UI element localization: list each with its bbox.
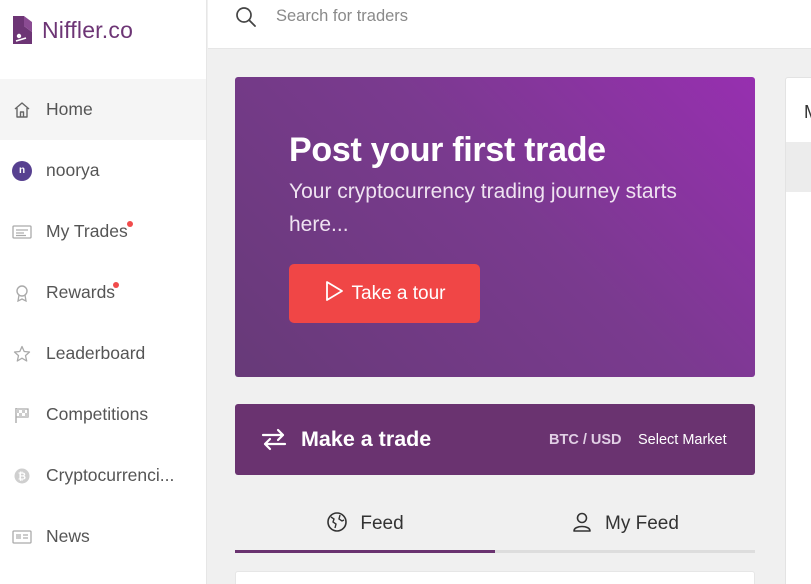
make-trade-bar[interactable]: Make a trade BTC / USD Select Market [235,404,755,475]
feed-card [235,571,755,584]
right-panel: M [785,77,811,584]
tab-label: Feed [360,513,404,534]
svg-text:₿: ₿ [18,470,26,482]
brand-name: Niffler [42,16,102,43]
brand-suffix: .co [101,16,134,43]
sidebar-item-label: Competitions [46,404,149,424]
sidebar-item-label: Home [46,99,93,119]
hero-title: Post your first trade [289,131,606,169]
newspaper-icon [12,527,32,547]
star-icon [12,344,32,364]
bitcoin-icon: ₿ [12,466,32,486]
search-input[interactable] [276,4,576,28]
avatar: n [12,160,32,181]
sidebar-item-rewards[interactable]: Rewards [0,262,206,323]
sidebar-item-competitions[interactable]: Competitions [0,384,206,445]
sidebar-item-label: News [46,526,90,546]
top-bar [208,0,811,49]
globe-icon [326,511,348,538]
award-icon [12,283,32,303]
notification-dot [127,221,133,227]
sidebar-item-my-trades[interactable]: My Trades [0,201,206,262]
market-pair[interactable]: BTC / USD [549,432,622,448]
flag-icon [12,405,32,425]
home-icon [12,100,32,120]
sidebar-item-profile[interactable]: n noorya [0,140,206,201]
sidebar-item-cryptocurrencies[interactable]: ₿ Cryptocurrenci... [0,445,206,506]
feed-tabs: Feed My Feed [235,495,755,553]
sidebar-item-label: noorya [46,160,100,180]
sidebar-item-news[interactable]: News [0,506,206,567]
hero-banner: Post your first trade Your cryptocurrenc… [235,77,755,377]
tab-my-feed[interactable]: My Feed [495,495,755,553]
sidebar-item-home[interactable]: Home [0,79,206,140]
make-trade-title: Make a trade [301,427,432,451]
tab-feed[interactable]: Feed [235,495,495,553]
search-icon[interactable] [234,5,258,29]
tab-label: My Feed [605,513,679,534]
trades-icon [12,222,32,242]
user-icon [571,511,593,538]
niffler-logo-icon [10,12,36,48]
sidebar-item-label: Rewards [46,282,116,302]
brand-logo[interactable]: Niffler.co [10,12,133,48]
right-panel-header: M [804,102,811,123]
tab-active-indicator [235,550,495,553]
sidebar-item-leaderboard[interactable]: Leaderboard [0,323,206,384]
play-icon [324,280,344,307]
swap-arrows-icon [260,427,288,451]
hero-subtitle: Your cryptocurrency trading journey star… [289,180,677,236]
take-tour-label: Take a tour [351,282,446,304]
take-tour-button[interactable]: Take a tour [289,264,480,323]
sidebar-item-label: My Trades [46,221,128,241]
sidebar-item-label: Cryptocurrenci... [46,465,175,485]
sidebar: Niffler.co Home n noorya My Trades Rewar… [0,0,207,584]
right-panel-row[interactable] [786,142,811,192]
sidebar-nav: Home n noorya My Trades Rewards Leaderbo… [0,79,206,567]
select-market-link[interactable]: Select Market [638,432,727,448]
sidebar-item-label: Leaderboard [46,343,146,363]
notification-dot [113,282,119,288]
